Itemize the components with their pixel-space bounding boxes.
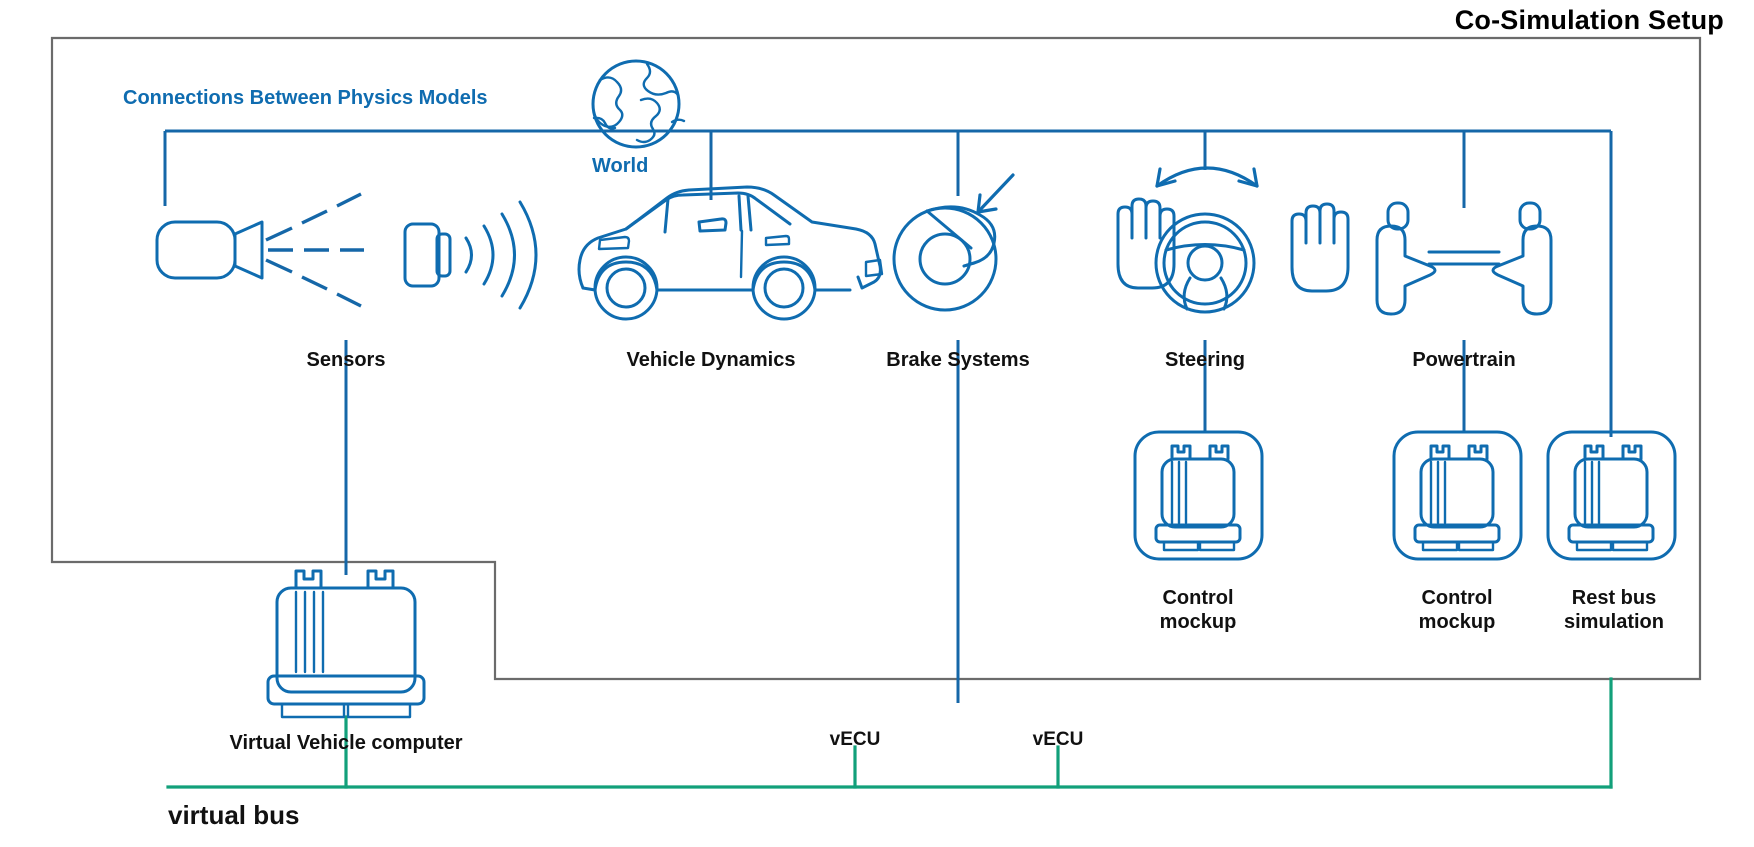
ecu-icon-rest-bus [1546,430,1677,561]
right-hand-icon [1290,202,1350,293]
ecu-icon-steering [1133,430,1264,561]
axle-icon [1375,201,1553,316]
ecu-label-steering-control-mockup: Control mockup [1159,587,1237,634]
page-title: Co-Simulation Setup [1454,5,1724,35]
node-label-vehicle-dynamics: Vehicle Dynamics [626,349,796,371]
radar-sensor-icon [403,200,538,310]
car-icon [577,185,884,321]
ecu-icon-virtual-vehicle-computer [266,569,426,719]
virtual-bus-label: virtual bus [168,800,300,830]
node-label-powertrain: Powertrain [1412,349,1516,371]
bus-tap-label-vecu-2: vECU [1032,729,1084,750]
lidar-sensor-icon [155,192,364,308]
globe-icon [591,59,686,149]
bus-tap-label-vecu-1: vECU [829,729,881,750]
ecu-label-rest-bus-simulation: Rest bus simulation [1563,587,1664,634]
node-label-steering: Steering [1164,349,1246,371]
node-label-brake-systems: Brake Systems [886,349,1030,371]
virtual-vehicle-computer-label: Virtual Vehicle computer [229,732,463,754]
physics-connection-lines [163,129,1613,437]
node-to-ecu-lines [344,340,1466,703]
connections-label: Connections Between Physics Models [123,87,488,109]
ecu-icon-powertrain [1392,430,1523,561]
steering-wheel-icon [1116,166,1350,314]
co-simulation-diagram: .bl { stroke:#0f6cb0; fill:none; stroke-… [0,0,1754,847]
node-label-sensors: Sensors [306,349,386,371]
steering-rotation-arrow [1155,166,1259,188]
brake-pointer-arrow [976,173,1015,214]
brake-disc-icon [892,173,1015,312]
ecu-label-powertrain-control-mockup: Control mockup [1418,587,1496,634]
world-label: World [592,155,649,177]
diagram-canvas: .bl { stroke:#0f6cb0; fill:none; stroke-… [50,36,1702,789]
